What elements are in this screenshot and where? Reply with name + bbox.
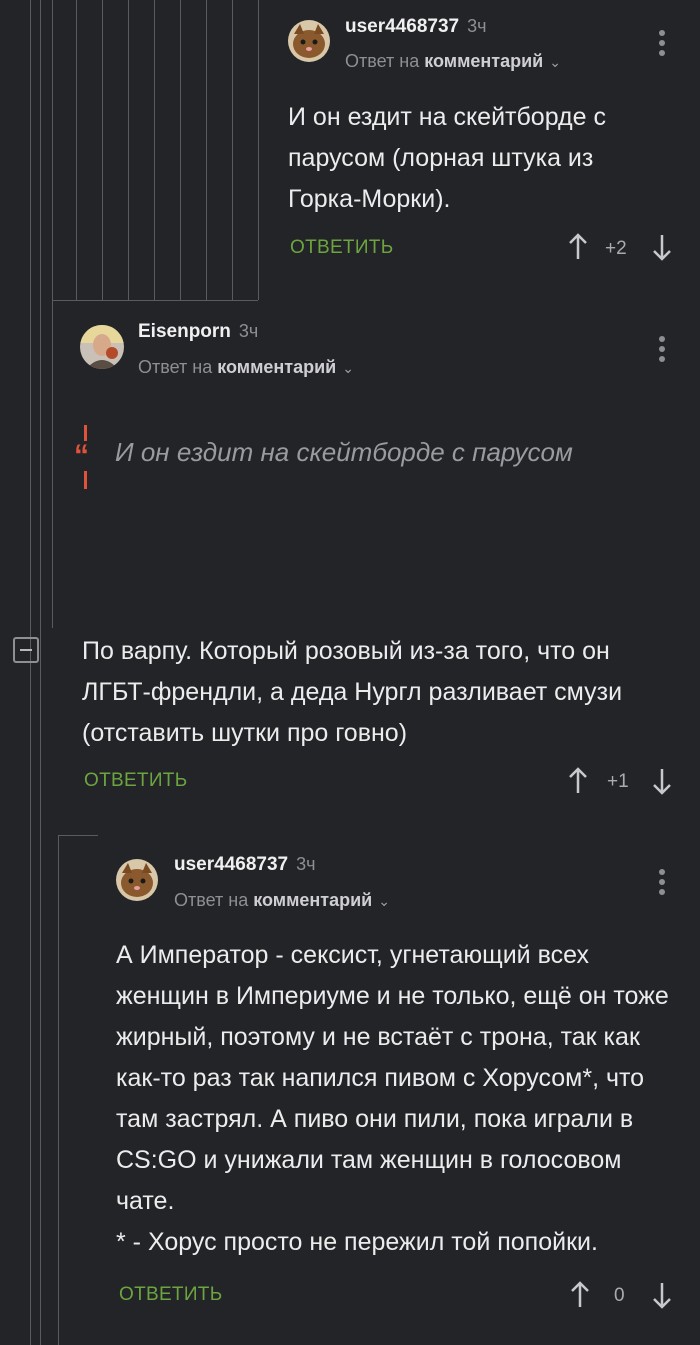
rating: 0 xyxy=(614,1285,625,1306)
more-vertical-icon[interactable] xyxy=(657,30,667,60)
chevron-down-icon: ⌄ xyxy=(342,360,354,376)
arrow-up-icon[interactable] xyxy=(568,1280,592,1310)
comment-text: И он ездит на скейтборде с парусом (лорн… xyxy=(288,103,606,213)
chevron-down-icon: ⌄ xyxy=(549,54,561,70)
timestamp: 3ч xyxy=(467,16,487,36)
reply-to[interactable]: Ответ на комментарий ⌄ xyxy=(138,357,354,378)
username[interactable]: user4468737 3ч xyxy=(345,16,487,38)
timestamp: 3ч xyxy=(238,321,259,341)
reply-button[interactable]: ОТВЕТИТЬ xyxy=(290,237,393,259)
arrow-down-icon[interactable] xyxy=(650,766,674,796)
avatar[interactable] xyxy=(80,325,124,369)
reply-button[interactable]: ОТВЕТИТЬ xyxy=(119,1284,222,1306)
avatar-cat-icon xyxy=(116,859,158,901)
comment-text: А Император - сексист, угнетающий всех ж… xyxy=(116,941,669,1256)
arrow-down-icon[interactable] xyxy=(650,1280,674,1310)
quote-text: И он ездит на скейтборде с парусом xyxy=(115,437,573,467)
comment-text: По варпу. Который розовый из-за того, чт… xyxy=(82,637,623,747)
quote-line-bottom xyxy=(84,471,87,489)
more-vertical-icon[interactable] xyxy=(657,336,667,366)
reply-button[interactable]: ОТВЕТИТЬ xyxy=(84,770,187,792)
avatar[interactable] xyxy=(116,859,158,901)
rating: +2 xyxy=(605,238,627,259)
username[interactable]: user4468737 3ч xyxy=(174,854,316,876)
more-vertical-icon[interactable] xyxy=(657,869,667,899)
timestamp: 3ч xyxy=(296,854,316,874)
arrow-up-icon[interactable] xyxy=(566,766,590,796)
avatar-man-icon xyxy=(80,325,124,369)
reply-to[interactable]: Ответ на комментарий ⌄ xyxy=(174,890,390,911)
rating: +1 xyxy=(607,771,629,792)
chevron-down-icon: ⌄ xyxy=(378,893,390,909)
arrow-down-icon[interactable] xyxy=(650,232,674,262)
arrow-up-icon[interactable] xyxy=(566,232,590,262)
quote-icon: “ xyxy=(74,439,89,472)
username[interactable]: Eisenporn 3ч xyxy=(138,321,258,343)
collapse-button[interactable] xyxy=(13,637,39,663)
reply-to[interactable]: Ответ на комментарий ⌄ xyxy=(345,51,561,72)
avatar-cat-icon xyxy=(288,20,330,62)
avatar[interactable] xyxy=(288,20,330,62)
